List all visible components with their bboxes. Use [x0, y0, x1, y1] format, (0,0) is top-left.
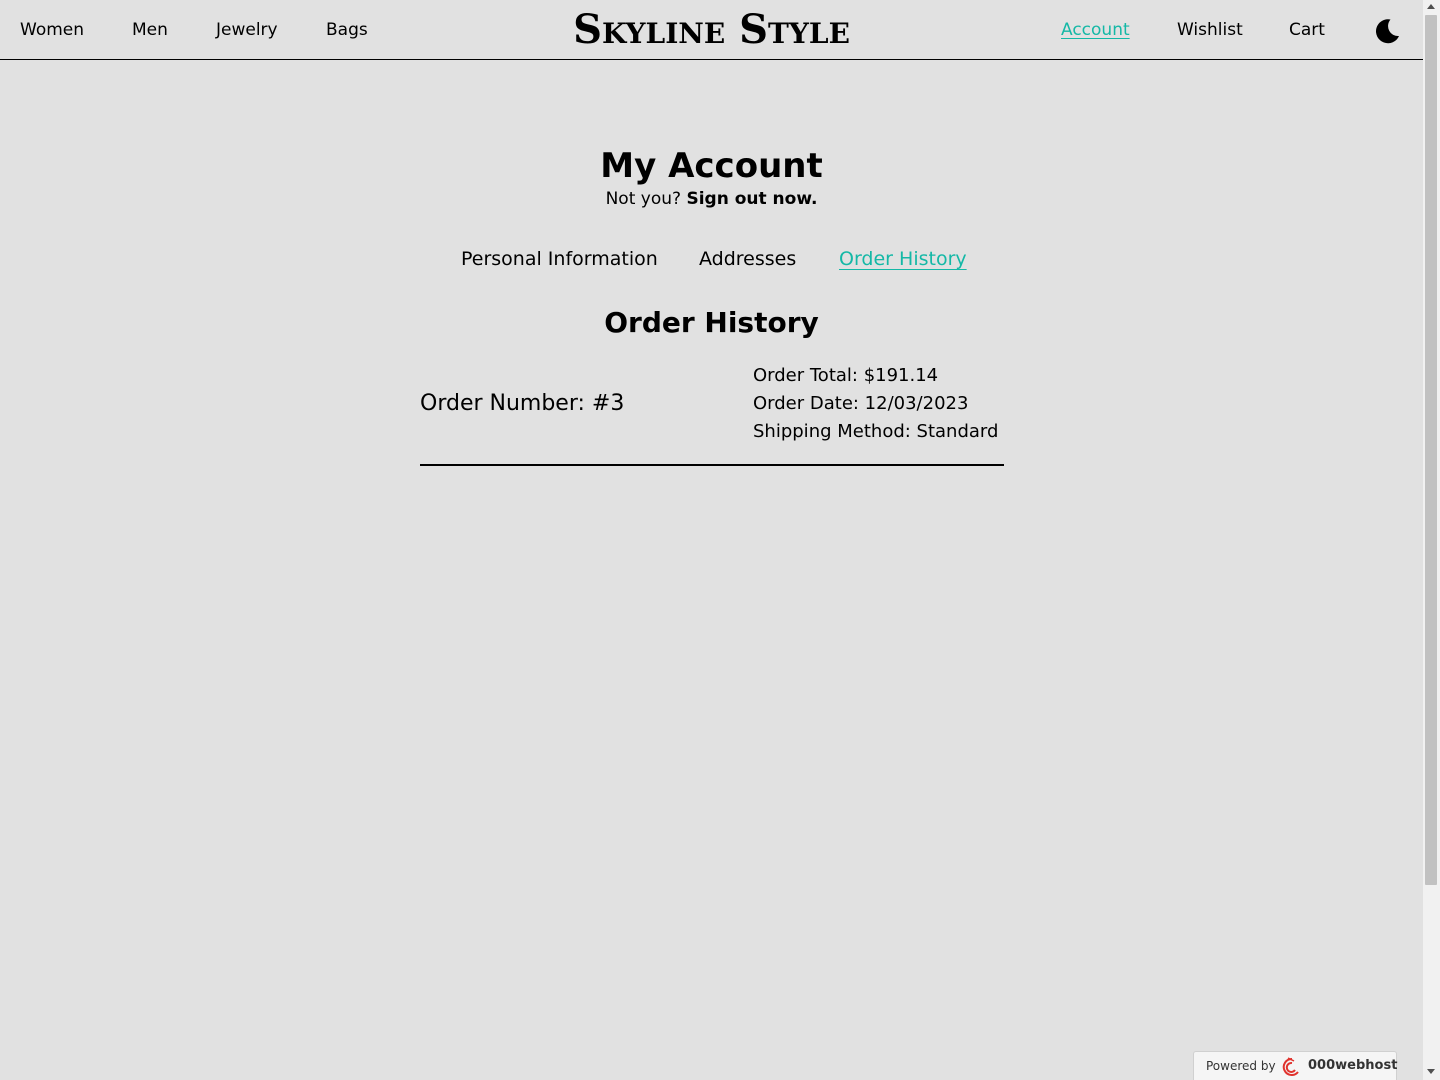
tab-order-history[interactable]: Order History [839, 246, 967, 272]
signout-line: Not you? Sign out now. [0, 187, 1423, 211]
nav-link-wishlist[interactable]: Wishlist [1177, 19, 1243, 41]
vertical-scrollbar[interactable] [1423, 0, 1440, 1080]
scrollbar-thumb[interactable] [1425, 15, 1437, 885]
nav-link-cart[interactable]: Cart [1289, 19, 1325, 41]
signout-prompt: Not you? [605, 189, 682, 209]
signout-link[interactable]: Sign out now. [686, 189, 817, 209]
order-date: Order Date: 12/03/2023 [753, 393, 969, 414]
order-shipping-method: Shipping Method: Standard [753, 421, 999, 442]
nav-link-account[interactable]: Account [1061, 19, 1130, 41]
section-title: Order History [604, 306, 819, 339]
tab-personal-information[interactable]: Personal Information [461, 246, 658, 272]
page: Women Men Jewelry Bags Skyline Style Acc… [0, 0, 1423, 1080]
scroll-up-arrow-icon[interactable] [1427, 4, 1435, 9]
moon-icon[interactable] [1373, 17, 1401, 45]
tab-addresses[interactable]: Addresses [699, 246, 796, 272]
powered-by-label: Powered by [1206, 1059, 1276, 1073]
order-total: Order Total: $191.14 [753, 365, 939, 386]
webhost-name: 000webhost [1308, 1058, 1398, 1073]
order-number: Order Number: #3 [420, 391, 625, 416]
webhost-logo-icon [1280, 1056, 1304, 1076]
order-card: Order Number: #3 Order Total: $191.14 Or… [420, 362, 1004, 466]
order-details: Order Total: $191.14 Order Date: 12/03/2… [753, 362, 998, 446]
scroll-down-arrow-icon[interactable] [1427, 1069, 1435, 1074]
page-title: My Account [600, 146, 823, 186]
top-navbar: Women Men Jewelry Bags Skyline Style Acc… [0, 0, 1423, 60]
powered-by-badge[interactable]: Powered by 000webhost [1193, 1051, 1397, 1080]
